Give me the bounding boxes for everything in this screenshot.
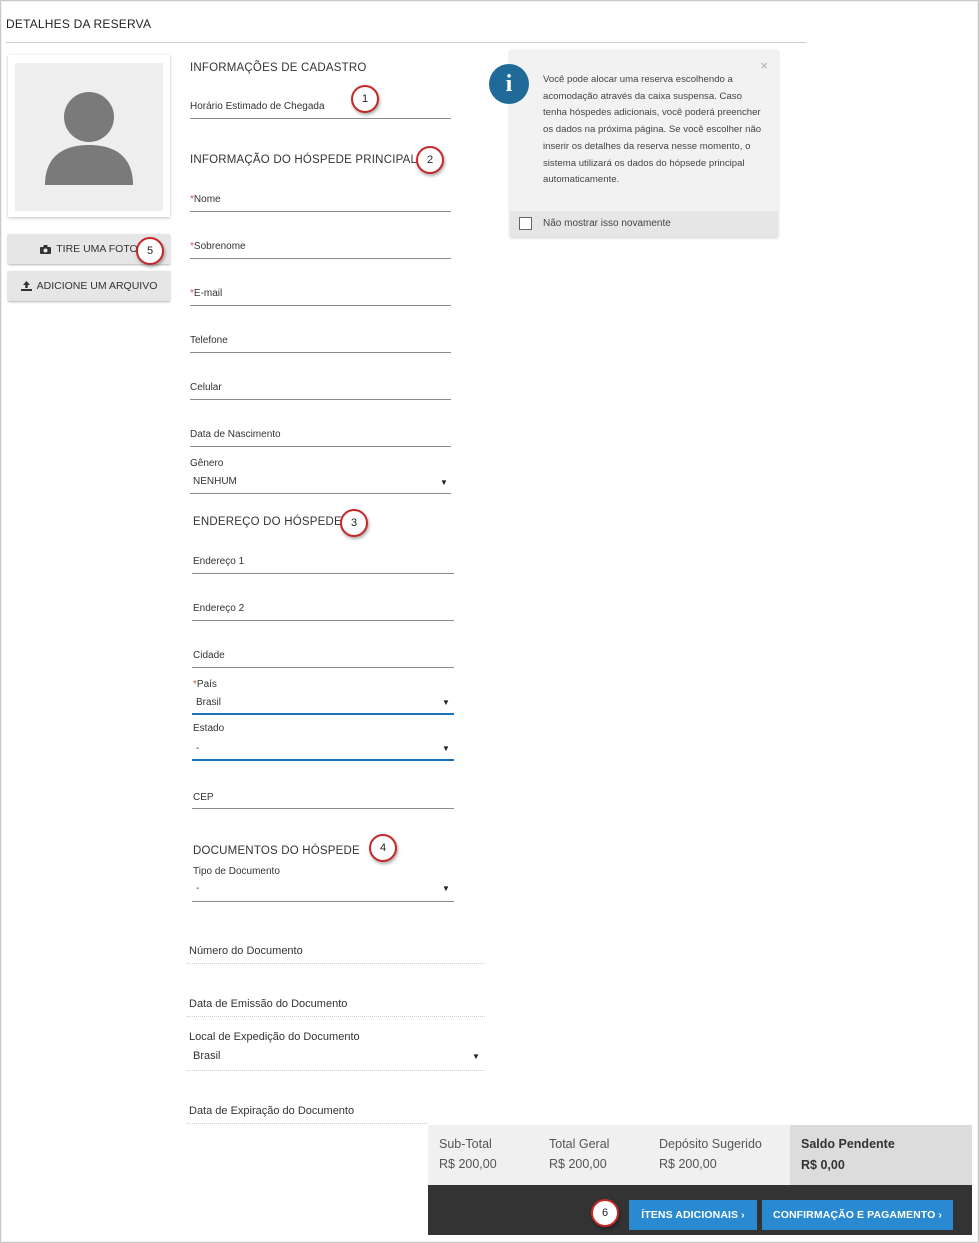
grand-total-label: Total Geral — [549, 1137, 610, 1151]
arrival-time-input[interactable] — [190, 118, 451, 119]
last-name-label-text: Sobrenome — [193, 241, 246, 252]
chevron-down-icon[interactable]: ▼ — [442, 698, 450, 707]
add-file-button[interactable]: ADICIONE UM ARQUIVO — [8, 271, 170, 301]
gender-select[interactable] — [190, 493, 451, 494]
doc-type-select-value[interactable]: - — [196, 883, 199, 894]
address-heading: ENDEREÇO DO HÓSPEDE — [193, 516, 342, 528]
first-name-input[interactable] — [190, 211, 451, 212]
state-select-value[interactable]: - — [196, 743, 199, 754]
annotation-marker-6: 6 — [591, 1199, 619, 1227]
dont-show-checkbox[interactable] — [519, 217, 532, 230]
subtotal-value: R$ 200,00 — [439, 1157, 497, 1171]
phone-label: Telefone — [190, 335, 228, 346]
address1-input[interactable] — [192, 573, 454, 574]
doc-type-select[interactable] — [192, 901, 454, 902]
expiry-date-input[interactable] — [187, 1123, 427, 1124]
annotation-marker-5: 5 — [136, 237, 164, 265]
state-label: Estado — [193, 723, 225, 734]
annotation-marker-1: 1 — [351, 85, 379, 113]
address1-label: Endereço 1 — [193, 556, 245, 567]
doc-type-label: Tipo de Documento — [193, 866, 280, 877]
action-bar: ÍTENS ADICIONAIS › CONFIRMAÇÃO E PAGAMEN… — [428, 1185, 972, 1235]
mobile-label: Celular — [190, 382, 222, 393]
info-footer: Não mostrar isso novamente — [510, 211, 778, 237]
info-tooltip: × Você pode alocar uma reserva escolhend… — [510, 50, 778, 237]
address2-label: Endereço 2 — [193, 603, 245, 614]
title-divider — [6, 42, 806, 43]
chevron-down-icon[interactable]: ▼ — [472, 1052, 480, 1061]
confirm-payment-button[interactable]: CONFIRMAÇÃO E PAGAMENTO › — [762, 1200, 953, 1230]
expiry-date-label: Data de Expiração do Documento — [189, 1105, 355, 1117]
email-input[interactable] — [190, 305, 451, 306]
first-name-label-text: Nome — [193, 194, 221, 205]
issue-place-select[interactable] — [187, 1070, 485, 1071]
email-label-text: E-mail — [193, 288, 223, 299]
guest-photo-card — [8, 55, 170, 217]
gender-label: Gênero — [190, 458, 224, 469]
country-select[interactable] — [192, 713, 454, 715]
zip-input[interactable] — [192, 808, 454, 809]
first-name-label: *Nome — [190, 194, 221, 205]
documents-heading: DOCUMENTOS DO HÓSPEDE — [193, 845, 360, 857]
info-icon: i — [489, 64, 529, 104]
gender-select-value[interactable]: NENHUM — [193, 476, 237, 487]
add-file-label: ADICIONE UM ARQUIVO — [36, 280, 158, 292]
mobile-input[interactable] — [190, 399, 451, 400]
chevron-down-icon[interactable]: ▼ — [440, 478, 448, 487]
birth-date-label: Data de Nascimento — [190, 429, 281, 440]
upload-icon — [20, 281, 32, 291]
page-title: DETALHES DA RESERVA — [6, 17, 152, 31]
city-label: Cidade — [193, 650, 225, 661]
main-guest-heading: INFORMAÇÃO DO HÓSPEDE PRINCIPAL — [190, 154, 418, 166]
zip-label: CEP — [193, 792, 214, 803]
country-label: *País — [193, 679, 217, 690]
country-select-value[interactable]: Brasil — [196, 697, 221, 708]
subtotal-label: Sub-Total — [439, 1137, 492, 1151]
last-name-label: *Sobrenome — [190, 241, 246, 252]
close-icon[interactable]: × — [760, 58, 768, 73]
deposit-label: Depósito Sugerido — [659, 1137, 762, 1151]
chevron-down-icon[interactable]: ▼ — [442, 884, 450, 893]
issue-place-label: Local de Expedição do Documento — [189, 1031, 360, 1043]
additional-items-button[interactable]: ÍTENS ADICIONAIS › — [629, 1200, 757, 1230]
annotation-marker-2: 2 — [416, 146, 444, 174]
take-photo-label: TIRE UMA FOTO — [56, 243, 138, 255]
grand-total: Total Geral R$ 200,00 — [549, 1137, 609, 1171]
doc-number-input[interactable] — [187, 963, 485, 964]
chevron-down-icon[interactable]: ▼ — [442, 744, 450, 753]
address2-input[interactable] — [192, 620, 454, 621]
country-label-text: País — [196, 679, 217, 690]
user-silhouette-icon — [45, 92, 133, 185]
pending-value: R$ 0,00 — [801, 1158, 845, 1172]
avatar-placeholder — [15, 63, 163, 211]
pending-label: Saldo Pendente — [801, 1137, 895, 1151]
city-input[interactable] — [192, 667, 454, 668]
info-text: Você pode alocar uma reserva escolhendo … — [543, 74, 762, 186]
issue-place-select-value[interactable]: Brasil — [193, 1050, 221, 1062]
email-label: *E-mail — [190, 288, 222, 299]
grand-total-value: R$ 200,00 — [549, 1157, 607, 1171]
suggested-deposit: Depósito Sugerido R$ 200,00 — [659, 1137, 762, 1171]
arrival-time-label: Horário Estimado de Chegada — [190, 101, 325, 112]
issue-date-label: Data de Emissão do Documento — [189, 998, 348, 1010]
state-select[interactable] — [192, 759, 454, 761]
annotation-marker-4: 4 — [369, 834, 397, 862]
deposit-value: R$ 200,00 — [659, 1157, 717, 1171]
birth-date-input[interactable] — [190, 446, 451, 447]
annotation-marker-3: 3 — [340, 509, 368, 537]
subtotal: Sub-Total R$ 200,00 — [439, 1137, 497, 1171]
pending-balance: Saldo Pendente R$ 0,00 — [790, 1125, 972, 1185]
totals-panel: Sub-Total R$ 200,00 Total Geral R$ 200,0… — [428, 1125, 972, 1185]
dont-show-label: Não mostrar isso novamente — [543, 218, 671, 229]
issue-date-input[interactable] — [187, 1016, 485, 1017]
registration-heading: INFORMAÇÕES DE CADASTRO — [190, 62, 367, 74]
doc-number-label: Número do Documento — [189, 945, 303, 957]
last-name-input[interactable] — [190, 258, 451, 259]
camera-icon — [40, 244, 52, 254]
phone-input[interactable] — [190, 352, 451, 353]
